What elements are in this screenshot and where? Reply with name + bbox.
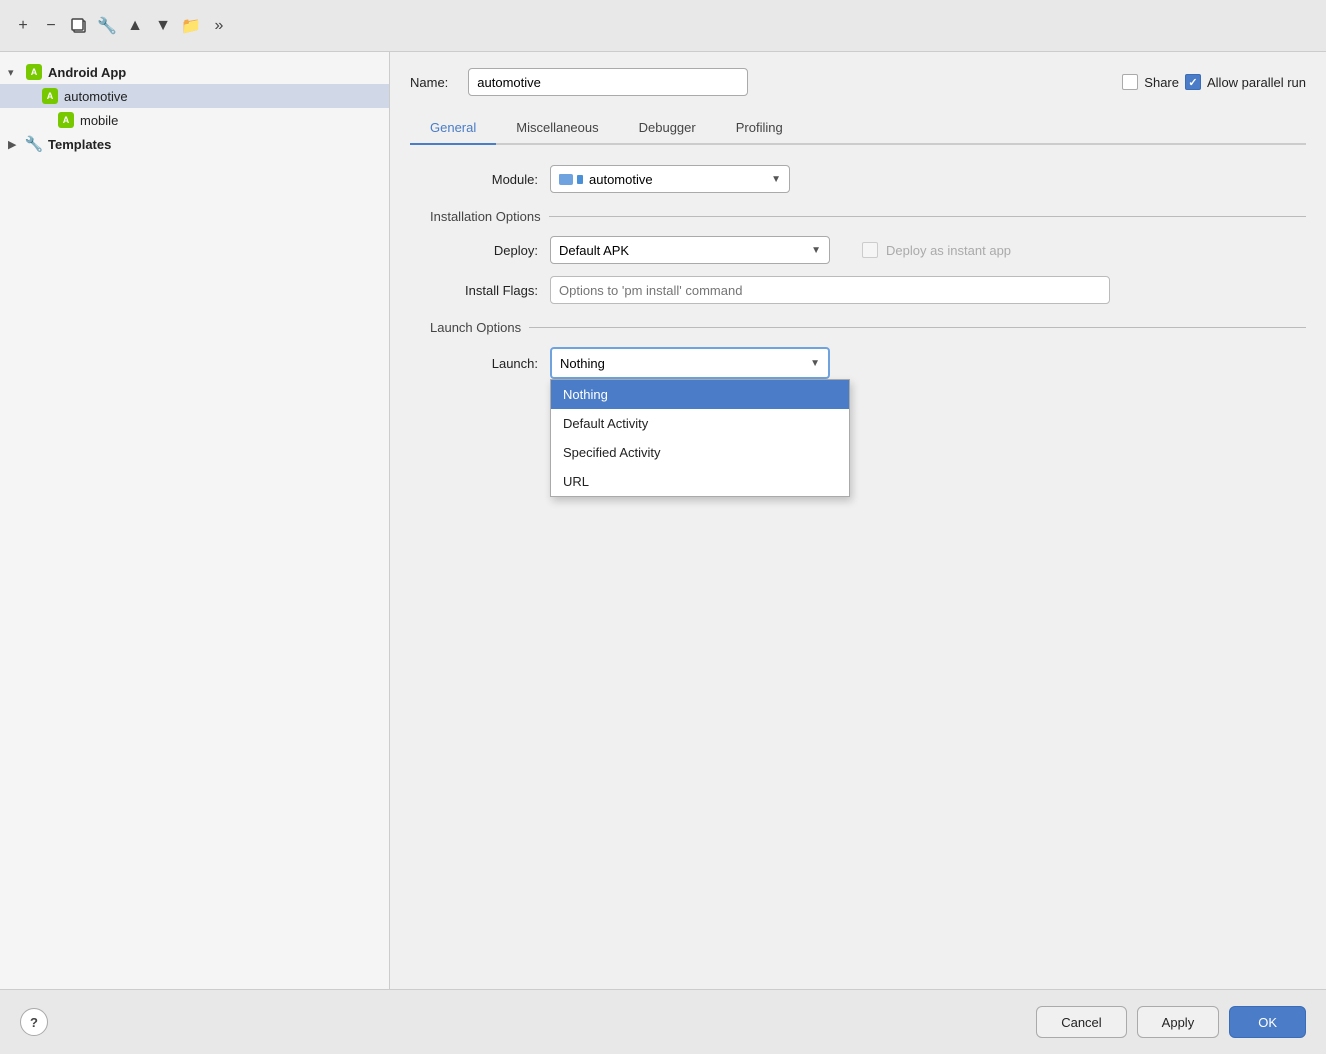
- module-dropdown-text: automotive: [589, 172, 765, 187]
- tab-debugger[interactable]: Debugger: [619, 112, 716, 145]
- install-flags-control: [550, 276, 1150, 304]
- launch-options-header: Launch Options: [410, 320, 1306, 335]
- launch-row: Launch: Nothing ▼ Nothing Default Activi…: [410, 347, 1306, 379]
- right-panel: Name: Share Allow parallel run General M…: [390, 52, 1326, 989]
- header-row: Name: Share Allow parallel run: [410, 68, 1306, 96]
- tab-profiling[interactable]: Profiling: [716, 112, 803, 145]
- install-flags-label: Install Flags:: [430, 283, 550, 298]
- launch-dropdown[interactable]: Nothing ▼: [550, 347, 830, 379]
- help-button[interactable]: ?: [20, 1008, 48, 1036]
- launch-dropdown-arrow-icon: ▼: [810, 358, 820, 369]
- sidebar-item-android-app[interactable]: ▾ A Android App: [0, 60, 389, 84]
- launch-option-specified-activity[interactable]: Specified Activity: [551, 438, 849, 467]
- tree-arrow-android-app: ▾: [8, 66, 24, 79]
- cancel-button[interactable]: Cancel: [1036, 1006, 1126, 1038]
- module-dropdown[interactable]: automotive ▼: [550, 165, 790, 193]
- module-dropdown-container: automotive ▼: [550, 165, 1150, 193]
- module-row: Module: automotive ▼: [410, 165, 1306, 193]
- deploy-row: Deploy: Default APK ▼ Deploy as instant …: [410, 236, 1306, 264]
- launch-options-label: Launch Options: [430, 320, 1306, 335]
- module-folder-icon: [559, 174, 583, 185]
- deploy-dropdown-text: Default APK: [559, 243, 803, 258]
- sidebar-item-label: Android App: [48, 65, 126, 80]
- sidebar-item-label-mobile: mobile: [80, 113, 118, 128]
- main-content: ▾ A Android App ▾ A automotive ▾ A mobil…: [0, 52, 1326, 989]
- apply-button[interactable]: Apply: [1137, 1006, 1220, 1038]
- button-group: Cancel Apply OK: [1036, 1006, 1306, 1038]
- arrow-down-icon[interactable]: ▼: [152, 15, 174, 37]
- minus-icon[interactable]: −: [40, 15, 62, 37]
- wrench-icon[interactable]: 🔧: [96, 15, 118, 37]
- module-dropdown-arrow-icon: ▼: [771, 174, 781, 185]
- deploy-instant-group: Deploy as instant app: [846, 242, 1011, 258]
- android-app-icon: A: [24, 64, 44, 80]
- allow-parallel-label: Allow parallel run: [1207, 75, 1306, 90]
- deploy-dropdown-arrow-icon: ▼: [811, 245, 821, 256]
- launch-control: Nothing ▼ Nothing Default Activity Speci…: [550, 347, 1150, 379]
- launch-label: Launch:: [430, 356, 550, 371]
- sidebar-item-templates[interactable]: ▶ 🔧 Templates: [0, 132, 389, 156]
- folder-icon[interactable]: 📁: [180, 15, 202, 37]
- tree-arrow-templates: ▶: [8, 138, 24, 151]
- allow-parallel-checkbox[interactable]: [1185, 74, 1201, 90]
- tabs: General Miscellaneous Debugger Profiling: [410, 112, 1306, 145]
- installation-options-label: Installation Options: [430, 209, 1306, 224]
- sidebar: ▾ A Android App ▾ A automotive ▾ A mobil…: [0, 52, 390, 989]
- deploy-instant-checkbox[interactable]: [862, 242, 878, 258]
- templates-wrench-icon: 🔧: [24, 136, 44, 152]
- more-icon[interactable]: »: [208, 15, 230, 37]
- toolbar: + − 🔧 ▲ ▼ 📁 »: [0, 0, 1326, 52]
- install-flags-input[interactable]: [550, 276, 1110, 304]
- launch-option-default-activity[interactable]: Default Activity: [551, 409, 849, 438]
- arrow-up-icon[interactable]: ▲: [124, 15, 146, 37]
- launch-option-url[interactable]: URL: [551, 467, 849, 496]
- tab-content-general: Module: automotive ▼ Installation Option…: [410, 145, 1306, 989]
- bottom-bar: ? Cancel Apply OK: [0, 989, 1326, 1054]
- launch-dropdown-menu: Nothing Default Activity Specified Activ…: [550, 379, 850, 497]
- module-label: Module:: [430, 172, 550, 187]
- installation-options-header: Installation Options: [410, 209, 1306, 224]
- name-label: Name:: [410, 75, 448, 90]
- install-flags-row: Install Flags:: [410, 276, 1306, 304]
- ok-button[interactable]: OK: [1229, 1006, 1306, 1038]
- share-group: Share Allow parallel run: [1122, 74, 1306, 90]
- deploy-instant-label: Deploy as instant app: [886, 243, 1011, 258]
- add-icon[interactable]: +: [12, 15, 34, 37]
- deploy-controls: Default APK ▼ Deploy as instant app: [550, 236, 1150, 264]
- tab-miscellaneous[interactable]: Miscellaneous: [496, 112, 618, 145]
- sidebar-item-mobile[interactable]: ▾ A mobile: [0, 108, 389, 132]
- sidebar-item-label-automotive: automotive: [64, 89, 128, 104]
- name-input[interactable]: [468, 68, 748, 96]
- share-label: Share: [1144, 75, 1179, 90]
- sidebar-item-automotive[interactable]: ▾ A automotive: [0, 84, 389, 108]
- mobile-icon: A: [56, 112, 76, 128]
- launch-option-nothing[interactable]: Nothing: [551, 380, 849, 409]
- launch-dropdown-text: Nothing: [560, 356, 802, 371]
- sidebar-item-label-templates: Templates: [48, 137, 111, 152]
- share-checkbox[interactable]: [1122, 74, 1138, 90]
- launch-dropdown-container: Nothing ▼ Nothing Default Activity Speci…: [550, 347, 830, 379]
- deploy-label: Deploy:: [430, 243, 550, 258]
- copy-icon[interactable]: [68, 15, 90, 37]
- tab-general[interactable]: General: [410, 112, 496, 145]
- deploy-dropdown[interactable]: Default APK ▼: [550, 236, 830, 264]
- automotive-icon: A: [40, 88, 60, 104]
